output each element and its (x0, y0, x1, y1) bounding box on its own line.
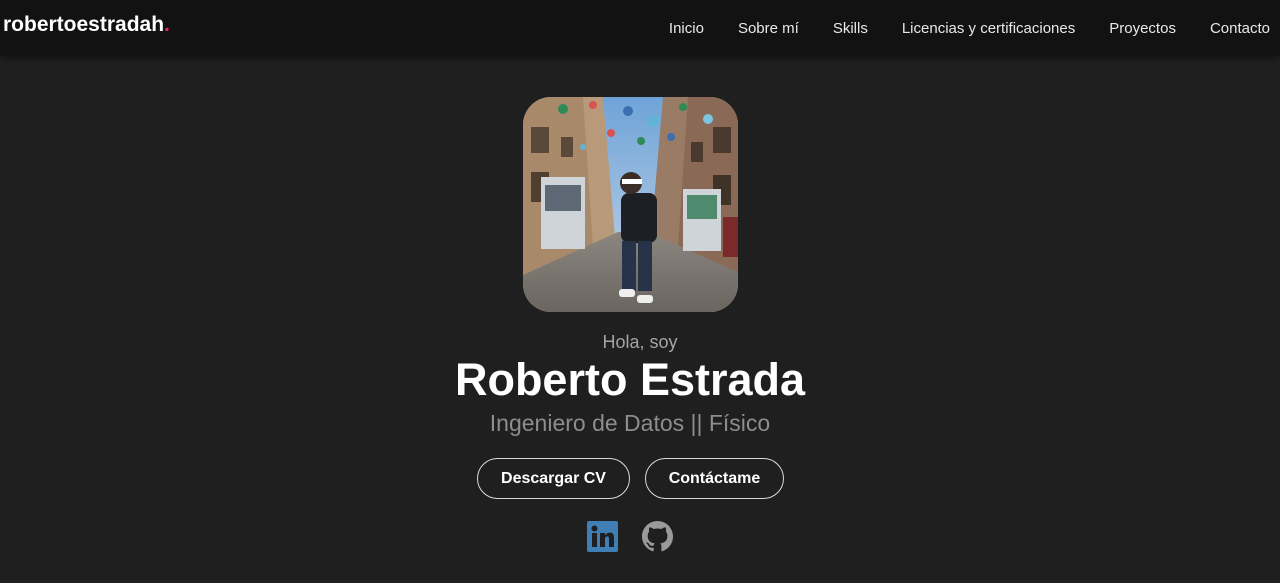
nav-link-proyectos[interactable]: Proyectos (1109, 20, 1176, 37)
top-navbar: robertoestradah. Inicio Sobre mí Skills … (0, 0, 1280, 56)
hero-role: Ingeniero de Datos || Físico (489, 410, 771, 436)
logo-dot: . (164, 13, 170, 36)
hero-name: Roberto Estrada (454, 354, 806, 405)
site-logo[interactable]: robertoestradah. (3, 13, 170, 37)
nav-link-inicio[interactable]: Inicio (669, 20, 704, 37)
logo-text: robertoestradah (3, 13, 165, 36)
nav-link-contacto[interactable]: Contacto (1210, 20, 1270, 37)
linkedin-icon[interactable] (587, 521, 618, 552)
main-nav: Inicio Sobre mí Skills Licencias y certi… (635, 0, 1270, 56)
nav-link-skills[interactable]: Skills (833, 20, 868, 37)
profile-photo (523, 97, 738, 312)
nav-link-licencias[interactable]: Licencias y certificaciones (902, 20, 1075, 37)
nav-link-sobre-mi[interactable]: Sobre mí (738, 20, 799, 37)
github-icon[interactable] (642, 521, 673, 552)
hero-section: Hola, soy Roberto Estrada Ingeniero de D… (0, 56, 1280, 583)
download-cv-button[interactable]: Descargar CV (477, 458, 630, 499)
contact-me-button[interactable]: Contáctame (645, 458, 784, 499)
greeting-text: Hola, soy (602, 332, 678, 352)
